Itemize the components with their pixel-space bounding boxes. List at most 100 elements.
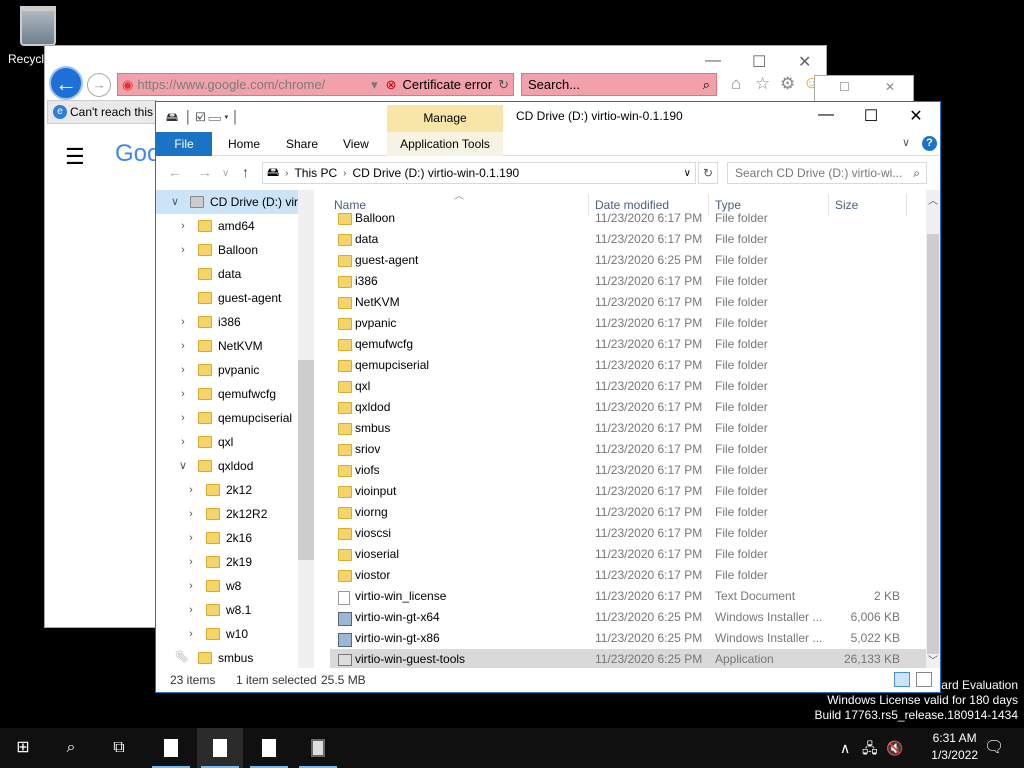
tree-item[interactable]: › qemupciserial <box>156 406 298 430</box>
list-item[interactable]: qemufwcfg 11/23/2020 6:17 PM File folder <box>330 334 926 355</box>
tree-item[interactable]: ∨ qxldod <box>156 454 298 478</box>
tree-item[interactable]: › 2k16 <box>156 526 298 550</box>
chevron-right-icon[interactable]: › <box>184 598 198 622</box>
chevron-right-icon[interactable]: › <box>176 406 190 430</box>
tree-scrollbar[interactable] <box>298 190 314 668</box>
list-item[interactable]: viorng 11/23/2020 6:17 PM File folder <box>330 502 926 523</box>
quick-access-toolbar[interactable]: 🖴 │ ☑ ▭ ▾ │ <box>166 108 239 129</box>
tab-application-tools[interactable]: Application Tools <box>387 132 503 156</box>
search-icon[interactable]: ⌕ <box>48 728 94 768</box>
list-item[interactable]: vioscsi 11/23/2020 6:17 PM File folder <box>330 523 926 544</box>
chevron-right-icon[interactable]: › <box>184 502 198 526</box>
chevron-right-icon[interactable]: › <box>176 238 190 262</box>
up-arrow-icon[interactable]: ↑ <box>242 164 249 180</box>
notifications-icon[interactable]: 🗨 <box>984 728 1004 768</box>
tree-item[interactable]: guest-agent <box>156 286 298 310</box>
forward-arrow-icon[interactable]: → <box>198 164 212 180</box>
tree-item[interactable]: › qxl <box>156 430 298 454</box>
manage-tab[interactable]: Manage <box>387 105 503 132</box>
tree-item[interactable]: › qemufwcfg <box>156 382 298 406</box>
chevron-right-icon[interactable]: › <box>184 550 198 574</box>
show-hidden-icons-icon[interactable]: ∧ <box>840 728 850 768</box>
address-bar[interactable]: ◉ https://www.google.com/chrome/ ▾ ⊗ Cer… <box>117 73 514 96</box>
taskbar-app-notepad-3[interactable] <box>246 728 292 768</box>
list-item[interactable]: virtio-win-gt-x64 11/23/2020 6:25 PM Windo… <box>330 607 926 628</box>
tree-item[interactable]: › w10 <box>156 622 298 646</box>
chevron-down-icon[interactable]: ∨ <box>168 190 182 214</box>
chevron-right-icon[interactable]: › <box>176 334 190 358</box>
list-item[interactable]: smbus 11/23/2020 6:17 PM File folder <box>330 418 926 439</box>
search-icon[interactable]: ⌕ <box>703 77 710 93</box>
certificate-error-label[interactable]: Certificate error <box>403 77 493 92</box>
minimize-icon[interactable]: — <box>806 106 846 124</box>
list-item[interactable]: NetKVM 11/23/2020 6:17 PM File folder <box>330 292 926 313</box>
task-view-icon[interactable]: ⧉ <box>96 728 142 768</box>
list-item[interactable]: data 11/23/2020 6:17 PM File folder <box>330 229 926 250</box>
maximize-icon[interactable]: ☐ <box>851 106 891 126</box>
tab-share[interactable]: Share <box>274 132 330 156</box>
tree-item[interactable]: › 2k12R2 <box>156 502 298 526</box>
taskbar-app-notepad-2[interactable] <box>197 728 243 768</box>
chevron-down-icon[interactable]: ∨ <box>176 454 190 478</box>
list-item[interactable]: viofs 11/23/2020 6:17 PM File folder <box>330 460 926 481</box>
list-item[interactable]: virtio-win-gt-x86 11/23/2020 6:25 PM Windo… <box>330 628 926 649</box>
hamburger-menu-icon[interactable]: ☰ <box>65 146 87 168</box>
search-box[interactable]: Search... ⌕ <box>521 73 717 96</box>
tree-item[interactable]: › i386 <box>156 310 298 334</box>
list-item[interactable]: vioserial 11/23/2020 6:17 PM File folder <box>330 544 926 565</box>
taskbar-app-installer[interactable] <box>295 728 341 768</box>
refresh-icon[interactable]: ↻ <box>498 77 509 93</box>
chevron-right-icon[interactable]: › <box>184 526 198 550</box>
chevron-down-icon[interactable]: ∨ <box>684 168 691 179</box>
chevron-right-icon[interactable]: › <box>176 214 190 238</box>
chevron-right-icon[interactable]: › <box>176 310 190 334</box>
tree-item[interactable]: › Balloon <box>156 238 298 262</box>
gear-icon[interactable]: ⚙ <box>780 74 795 94</box>
browser-tab[interactable]: e Can't reach this <box>47 100 157 124</box>
tree-item[interactable]: › w8.1 <box>156 598 298 622</box>
list-item[interactable]: vioinput 11/23/2020 6:17 PM File folder <box>330 481 926 502</box>
tab-view[interactable]: View <box>331 132 381 156</box>
list-item[interactable]: virtio-win-guest-tools 11/23/2020 6:25 PM… <box>330 649 926 668</box>
expand-ribbon-icon[interactable]: ∨ <box>902 136 910 149</box>
help-icon[interactable]: ? <box>922 136 937 151</box>
forward-button[interactable]: → <box>87 73 111 97</box>
maximize-icon[interactable]: ☐ <box>752 52 766 72</box>
large-icons-view-button[interactable] <box>916 672 932 687</box>
favorites-star-icon[interactable]: ☆ <box>755 74 770 94</box>
tree-item[interactable]: › amd64 <box>156 214 298 238</box>
details-view-button[interactable] <box>894 672 910 687</box>
list-item[interactable]: qxldod 11/23/2020 6:17 PM File folder <box>330 397 926 418</box>
tree-item[interactable]: › 2k12 <box>156 478 298 502</box>
tree-item[interactable]: ∨ CD Drive (D:) virti <box>156 190 304 214</box>
chevron-right-icon[interactable]: › <box>184 574 198 598</box>
dropdown-icon[interactable]: ▾ <box>371 77 378 93</box>
taskbar-app-notepad-1[interactable] <box>148 728 194 768</box>
close-icon[interactable]: ✕ <box>896 106 936 126</box>
tree-item[interactable]: › pvpanic <box>156 358 298 382</box>
chevron-right-icon[interactable]: › <box>176 358 190 382</box>
list-item[interactable]: sriov 11/23/2020 6:17 PM File folder <box>330 439 926 460</box>
tree-item[interactable]: › w8 <box>156 574 298 598</box>
list-item[interactable]: qxl 11/23/2020 6:17 PM File folder <box>330 376 926 397</box>
tree-item[interactable]: data <box>156 262 298 286</box>
search-input[interactable]: Search CD Drive (D:) virtio-wi... ⌕ <box>727 162 927 184</box>
chevron-right-icon[interactable]: › <box>176 382 190 406</box>
back-arrow-icon[interactable]: ← <box>168 164 182 180</box>
back-button[interactable]: ← <box>49 66 83 100</box>
windows-start-icon[interactable]: ⊞ <box>0 728 46 768</box>
list-item[interactable]: guest-agent 11/23/2020 6:25 PM File folder <box>330 250 926 271</box>
list-item[interactable]: virtio-win_license 11/23/2020 6:17 PM Text… <box>330 586 926 607</box>
breadcrumb-this-pc[interactable]: This PC <box>294 166 337 180</box>
list-item[interactable]: pvpanic 11/23/2020 6:17 PM File folder <box>330 313 926 334</box>
recent-locations-icon[interactable]: ∨ <box>222 168 229 179</box>
tree-item[interactable]: › 2k19 <box>156 550 298 574</box>
file-list-scrollbar[interactable]: ︿ ﹀ <box>926 190 940 668</box>
tab-file[interactable]: File <box>156 132 212 156</box>
breadcrumb-cd-drive[interactable]: CD Drive (D:) virtio-win-0.1.190 <box>353 166 678 180</box>
refresh-button[interactable]: ↻ <box>698 162 718 184</box>
maximize-icon[interactable]: ☐ <box>839 80 850 94</box>
volume-muted-icon[interactable]: 🔇 <box>886 728 903 768</box>
chevron-right-icon[interactable]: › <box>184 622 198 646</box>
chevron-right-icon[interactable]: › <box>184 478 198 502</box>
